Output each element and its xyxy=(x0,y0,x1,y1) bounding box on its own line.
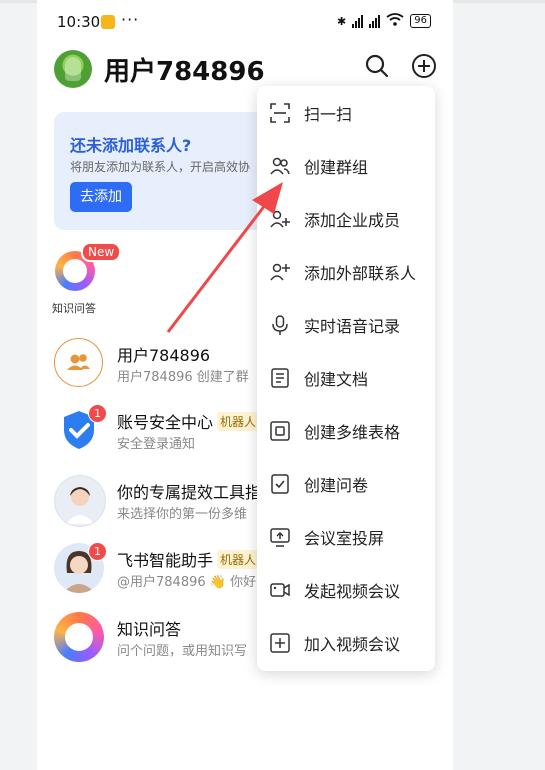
chat-name: 知识问答 xyxy=(117,620,182,639)
app-notification-icon xyxy=(101,15,115,29)
menu-item-create-survey[interactable]: 创建问卷 xyxy=(257,457,435,510)
menu-item-start-video-meeting[interactable]: 发起视频会议 xyxy=(257,563,435,616)
chat-preview: 来选择你的第一份多维 xyxy=(117,507,248,522)
chat-name: 用户784896 xyxy=(117,346,211,365)
page-title: 用户784896 xyxy=(104,57,265,87)
menu-label: 添加外部联系人 xyxy=(304,264,417,283)
menu-label: 添加企业成员 xyxy=(304,211,401,230)
chat-preview: @用户784896 👋 你好 xyxy=(117,575,257,590)
signal-icon-2 xyxy=(369,14,381,28)
app-header: 用户784896 xyxy=(37,42,453,92)
status-icons: ✱ 96 xyxy=(337,13,431,29)
chat-name: 飞书智能助手 机器人 xyxy=(117,547,260,571)
microphone-icon xyxy=(272,315,288,335)
menu-item-create-group[interactable]: 创建群组 xyxy=(257,139,435,192)
survey-icon xyxy=(271,474,289,494)
menu-label: 创建群组 xyxy=(304,158,369,177)
scan-icon xyxy=(270,103,290,123)
menu-item-create-base[interactable]: 创建多维表格 xyxy=(257,404,435,457)
unread-badge: 1 xyxy=(88,542,107,561)
add-circle-icon[interactable] xyxy=(411,53,437,79)
menu-label: 创建文档 xyxy=(304,370,369,389)
battery-icon: 96 xyxy=(410,14,431,28)
menu-label: 创建多维表格 xyxy=(304,423,401,442)
status-time: 10:30 xyxy=(57,13,101,31)
assistant-avatar xyxy=(54,475,106,527)
video-icon xyxy=(270,583,290,597)
menu-label: 创建问卷 xyxy=(304,476,369,495)
search-icon[interactable] xyxy=(364,53,390,79)
new-badge: New xyxy=(81,242,122,262)
card-title: 还未添加联系人? xyxy=(70,136,192,155)
status-bar: 10:30 ··· ✱ 96 xyxy=(37,8,453,36)
unread-badge: 1 xyxy=(88,404,107,423)
group-icon xyxy=(270,157,290,175)
go-add-button[interactable]: 去添加 xyxy=(70,182,132,212)
card-description: 将朋友添加为联系人，开启高效协 xyxy=(70,160,251,174)
chat-name: 账号安全中心 机器人 xyxy=(117,409,260,433)
menu-label: 加入视频会议 xyxy=(304,635,401,654)
screen-share-icon xyxy=(270,528,290,547)
add-contact-icon xyxy=(270,263,290,281)
more-notifications: ··· xyxy=(121,10,140,29)
chat-preview: 用户784896 创建了群 xyxy=(117,370,249,385)
add-popup-menu: 扫一扫 创建群组 添加企业成员 添加外部联系人 实时语音记录 创建文档 创建多维… xyxy=(257,86,435,671)
menu-item-voice-record[interactable]: 实时语音记录 xyxy=(257,298,435,351)
menu-item-add-enterprise-member[interactable]: 添加企业成员 xyxy=(257,192,435,245)
document-icon xyxy=(271,368,289,388)
chat-name-text: 账号安全中心 xyxy=(117,413,214,432)
bot-tag: 机器人 xyxy=(217,412,260,431)
bluetooth-icon: ✱ xyxy=(337,14,347,28)
chat-name-text: 飞书智能助手 xyxy=(117,551,214,570)
group-avatar xyxy=(54,338,103,387)
menu-item-scan[interactable]: 扫一扫 xyxy=(257,86,435,139)
menu-item-add-external-contact[interactable]: 添加外部联系人 xyxy=(257,245,435,298)
menu-label: 发起视频会议 xyxy=(304,582,401,601)
chat-preview: 问个问题，或用知识写 xyxy=(117,644,248,659)
app-label: 知识问答 xyxy=(52,302,96,315)
bot-tag: 机器人 xyxy=(217,550,260,569)
add-members-icon xyxy=(270,210,290,228)
join-meeting-icon xyxy=(270,633,290,653)
menu-item-room-cast[interactable]: 会议室投屏 xyxy=(257,510,435,563)
knowledge-qa-avatar xyxy=(54,612,104,662)
chat-name: 你的专属提效工具指 xyxy=(117,483,262,502)
menu-label: 会议室投屏 xyxy=(304,529,385,548)
user-avatar[interactable] xyxy=(54,50,92,88)
base-table-icon xyxy=(270,421,290,441)
menu-label: 实时语音记录 xyxy=(304,317,401,336)
menu-label: 扫一扫 xyxy=(304,105,353,124)
wifi-icon xyxy=(386,13,404,29)
signal-icon xyxy=(352,14,364,28)
menu-item-create-doc[interactable]: 创建文档 xyxy=(257,351,435,404)
chat-preview: 安全登录通知 xyxy=(117,437,196,452)
menu-item-join-video-meeting[interactable]: 加入视频会议 xyxy=(257,616,435,669)
